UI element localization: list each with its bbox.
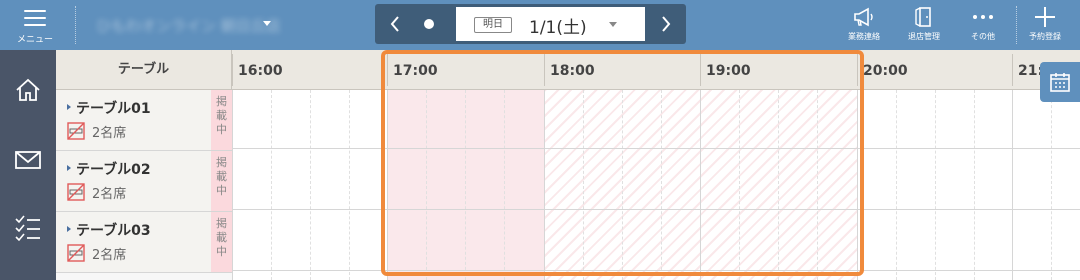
highlight-box bbox=[381, 50, 864, 276]
no-smoking-seat-icon bbox=[67, 122, 85, 140]
grid-line bbox=[896, 90, 897, 280]
listed-badge: 掲載中 bbox=[211, 151, 232, 211]
business-notice-button[interactable]: 業務連絡 bbox=[836, 0, 892, 50]
table-row[interactable]: テーブル02 2名席 掲載中 bbox=[56, 151, 232, 212]
checklist-icon[interactable] bbox=[14, 214, 42, 242]
tool-label: 退店管理 bbox=[908, 32, 940, 41]
hour-tick bbox=[1012, 54, 1013, 86]
door-exit-icon bbox=[915, 7, 931, 27]
grid-line bbox=[271, 90, 272, 280]
hour-label: 20:00 bbox=[863, 63, 908, 79]
table-row[interactable]: テーブル03 2名席 掲載中 bbox=[56, 212, 232, 273]
no-smoking-seat-icon bbox=[67, 183, 85, 201]
no-smoking-seat-icon bbox=[67, 244, 85, 262]
hour-label: 16:00 bbox=[238, 63, 283, 79]
calendar-button[interactable] bbox=[1040, 62, 1080, 102]
more-icon bbox=[973, 15, 993, 19]
left-sidebar bbox=[0, 50, 56, 280]
chevron-right-icon bbox=[662, 16, 671, 32]
listed-badge: 掲載中 bbox=[211, 212, 232, 272]
grid-line bbox=[349, 90, 350, 280]
tool-label: 予約登録 bbox=[1029, 32, 1061, 41]
prev-day-button[interactable] bbox=[375, 4, 415, 44]
seat-count: 2名席 bbox=[92, 126, 127, 141]
chevron-down-icon bbox=[609, 22, 617, 27]
table-name: テーブル02 bbox=[76, 162, 151, 178]
table-name: テーブル03 bbox=[76, 223, 151, 239]
tool-label: その他 bbox=[971, 32, 995, 41]
table-column-header: テーブル bbox=[56, 50, 232, 90]
expand-arrow-icon[interactable] bbox=[67, 165, 71, 171]
other-button[interactable]: その他 bbox=[955, 0, 1011, 50]
grid-line bbox=[1012, 90, 1013, 280]
store-name[interactable]: ひもわオンライン 朝日丘店 bbox=[96, 15, 281, 36]
hamburger-icon bbox=[24, 10, 46, 31]
hour-tick bbox=[232, 54, 233, 86]
next-day-button[interactable] bbox=[646, 4, 686, 44]
tool-label: 業務連絡 bbox=[848, 32, 880, 41]
listed-badge: 掲載中 bbox=[211, 90, 232, 150]
grid-line bbox=[935, 90, 936, 280]
date-navigator: 明日 1/1(土) bbox=[375, 4, 686, 44]
calendar-icon bbox=[1050, 73, 1070, 92]
table-row[interactable]: テーブル01 2名席 掲載中 bbox=[56, 90, 232, 151]
today-button[interactable] bbox=[424, 19, 434, 29]
home-icon[interactable] bbox=[14, 76, 42, 104]
current-date: 1/1(土) bbox=[529, 18, 587, 38]
date-selector[interactable]: 明日 1/1(土) bbox=[456, 7, 645, 41]
megaphone-icon bbox=[854, 7, 873, 27]
new-reservation-button[interactable]: 予約登録 bbox=[1017, 0, 1073, 50]
mail-icon[interactable] bbox=[14, 146, 42, 174]
date-tag: 明日 bbox=[474, 17, 512, 33]
grid-line bbox=[310, 90, 311, 280]
exit-management-button[interactable]: 退店管理 bbox=[896, 0, 952, 50]
grid-line bbox=[1051, 90, 1052, 280]
table-name: テーブル01 bbox=[76, 101, 151, 117]
seat-count: 2名席 bbox=[92, 248, 127, 263]
expand-arrow-icon[interactable] bbox=[67, 104, 71, 110]
expand-arrow-icon[interactable] bbox=[67, 226, 71, 232]
store-dropdown-icon[interactable] bbox=[263, 21, 271, 26]
grid-line bbox=[232, 90, 233, 280]
divider bbox=[75, 6, 76, 44]
chevron-left-icon bbox=[390, 16, 399, 32]
grid-line bbox=[974, 90, 975, 280]
menu-label: メニュー bbox=[16, 35, 53, 45]
top-bar: メニュー ひもわオンライン 朝日丘店 明日 1/1(土) 業務連絡 退店管理 そ… bbox=[0, 0, 1080, 50]
plus-icon bbox=[1035, 7, 1055, 27]
menu-button[interactable]: メニュー bbox=[0, 0, 70, 50]
seat-count: 2名席 bbox=[92, 187, 127, 202]
